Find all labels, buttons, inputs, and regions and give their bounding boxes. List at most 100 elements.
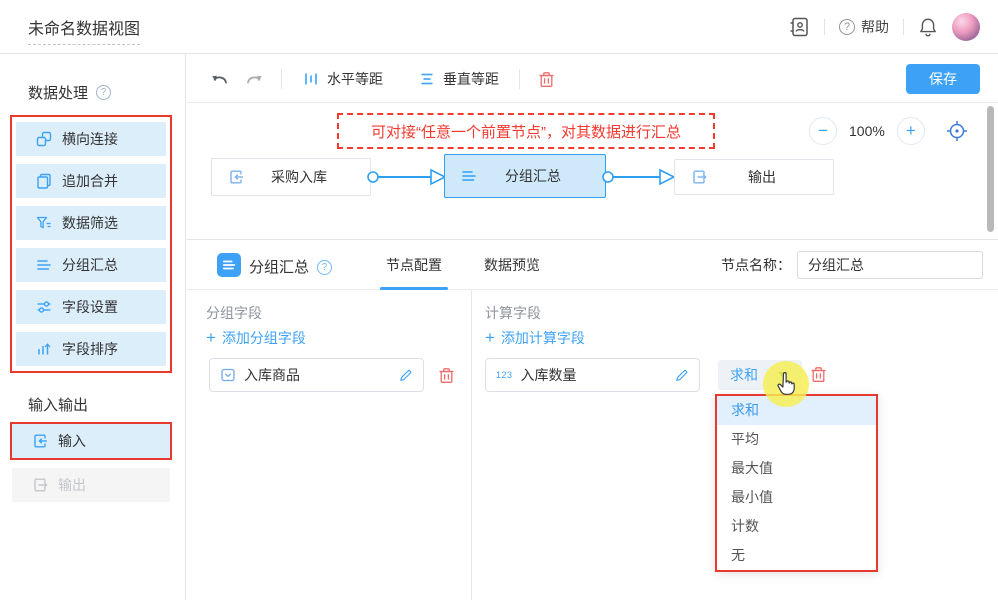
panel-header: 分组汇总 ? 节点配置 数据预览 节点名称： [187, 240, 998, 290]
sidebar-item-label: 字段设置 [62, 297, 118, 317]
calc-fields-title: 计算字段 [485, 303, 541, 323]
menu-item-max[interactable]: 最大值 [717, 454, 876, 483]
hand-cursor-icon [774, 370, 798, 403]
menu-item-average[interactable]: 平均 [717, 425, 876, 454]
input-icon [32, 433, 48, 449]
topbar: 未命名数据视图 ? 帮助 [0, 0, 998, 54]
flow-node-group-summary-selected[interactable]: 分组汇总 [444, 154, 606, 198]
calc-fields-column: 计算字段 + 添加计算字段 123 入库数量 求和 [472, 290, 998, 600]
distribute-horizontal-button[interactable]: 水平等距 [303, 54, 383, 103]
view-title[interactable]: 未命名数据视图 [28, 15, 140, 45]
locate-icon[interactable] [945, 119, 969, 143]
edit-icon[interactable] [674, 368, 689, 383]
menu-item-count[interactable]: 计数 [717, 512, 876, 541]
zoom-in-button[interactable]: + [897, 117, 925, 145]
sidebar-item-field-sort[interactable]: 字段排序 [16, 332, 166, 366]
config-panel: 分组汇总 ? 节点配置 数据预览 节点名称： 分组字段 + 添加分组字段 [187, 239, 998, 600]
panel-help-icon[interactable]: ? [317, 257, 332, 275]
tab-node-config[interactable]: 节点配置 [386, 240, 442, 290]
topbar-actions: ? 帮助 [788, 0, 980, 54]
connector-line [600, 164, 678, 190]
user-avatar[interactable] [952, 13, 980, 41]
group-fields-title: 分组字段 [206, 303, 262, 323]
field-name: 入库商品 [244, 365, 390, 385]
panel-title: 分组汇总 [249, 256, 309, 277]
field-sort-icon [36, 341, 52, 357]
save-button[interactable]: 保存 [906, 64, 980, 94]
edit-icon[interactable] [398, 368, 413, 383]
sidebar-item-join[interactable]: 横向连接 [16, 122, 166, 156]
output-icon [32, 477, 48, 493]
zoom-out-button[interactable]: − [809, 117, 837, 145]
distribute-vertical-icon [419, 71, 435, 87]
sidebar-item-field-settings[interactable]: 字段设置 [16, 290, 166, 324]
join-icon [36, 131, 52, 147]
app-window: 未命名数据视图 ? 帮助 数据处理 ? 横向连接 [0, 0, 998, 600]
group-field-item[interactable]: 入库商品 [209, 358, 424, 392]
distribute-horizontal-icon [303, 71, 319, 87]
sidebar-item-label: 字段排序 [62, 339, 118, 359]
annotation-box-processing: 横向连接 追加合并 数据筛选 分组汇总 字段设置 字段排序 [10, 115, 172, 373]
section-help-icon[interactable]: ? [96, 85, 111, 100]
sidebar-item-group[interactable]: 分组汇总 [16, 248, 166, 282]
address-book-icon[interactable] [788, 16, 810, 38]
node-name-input[interactable] [797, 251, 983, 279]
tab-data-preview[interactable]: 数据预览 [484, 240, 540, 290]
node-label: 输出 [707, 167, 833, 187]
node-name-label: 节点名称： [721, 255, 791, 275]
vertical-scrollbar[interactable] [987, 106, 994, 232]
sidebar-item-label: 输出 [58, 475, 86, 495]
distribute-vertical-label: 垂直等距 [443, 69, 499, 89]
sidebar-item-label: 输入 [58, 431, 86, 451]
flow-node-source[interactable]: 采购入库 [211, 158, 371, 196]
plus-icon: + [485, 331, 495, 345]
section-title-data-processing: 数据处理 ? [28, 82, 111, 103]
bell-icon[interactable] [918, 17, 938, 37]
add-group-field-button[interactable]: + 添加分组字段 [206, 328, 306, 348]
group-summary-icon [36, 257, 52, 273]
sidebar-item-input[interactable]: 输入 [12, 424, 170, 458]
plus-icon: + [206, 331, 216, 345]
aggregation-value: 求和 [730, 365, 758, 385]
flow-canvas[interactable]: 可对接“任意一个前置节点”，对其数据进行汇总 − 100% + 采购入库 [187, 103, 998, 239]
select-field-type-icon [220, 367, 236, 383]
delete-group-field-icon[interactable] [438, 366, 455, 389]
sidebar-item-filter[interactable]: 数据筛选 [16, 206, 166, 240]
menu-item-min[interactable]: 最小值 [717, 483, 876, 512]
delete-node-button[interactable] [535, 68, 557, 90]
divider [281, 69, 282, 89]
zoom-level: 100% [849, 123, 885, 139]
filter-icon [36, 215, 52, 231]
divider [824, 19, 825, 35]
calc-field-item[interactable]: 123 入库数量 [485, 358, 700, 392]
sidebar-item-output-disabled: 输出 [12, 468, 170, 502]
undo-button[interactable] [209, 68, 231, 90]
output-icon [691, 169, 707, 185]
delete-calc-field-icon[interactable] [810, 365, 827, 388]
field-name: 入库数量 [521, 365, 666, 385]
node-label: 采购入库 [244, 167, 370, 187]
canvas-toolbar: 水平等距 垂直等距 保存 [187, 54, 998, 103]
aggregation-menu: 求和 平均 最大值 最小值 计数 无 [715, 394, 878, 572]
flow-node-output[interactable]: 输出 [674, 159, 834, 195]
distribute-vertical-button[interactable]: 垂直等距 [419, 54, 499, 103]
redo-button[interactable] [243, 68, 265, 90]
divider [519, 69, 520, 89]
distribute-horizontal-label: 水平等距 [327, 69, 383, 89]
question-icon: ? [839, 19, 855, 35]
sidebar-item-append[interactable]: 追加合并 [16, 164, 166, 198]
sidebar-item-label: 数据筛选 [62, 213, 118, 233]
input-icon [228, 169, 244, 185]
sidebar-item-label: 追加合并 [62, 171, 118, 191]
help-button[interactable]: ? 帮助 [839, 17, 889, 37]
node-name-group: 节点名称： [721, 251, 983, 279]
section-title-io: 输入输出 [28, 394, 88, 415]
group-summary-icon [217, 253, 241, 277]
menu-item-none[interactable]: 无 [717, 541, 876, 570]
panel-body: 分组字段 + 添加分组字段 入库商品 计算 [187, 290, 998, 600]
add-calc-field-button[interactable]: + 添加计算字段 [485, 328, 585, 348]
node-label: 分组汇总 [477, 166, 605, 186]
annotation-callout: 可对接“任意一个前置节点”，对其数据进行汇总 [337, 113, 715, 149]
field-settings-icon [36, 299, 52, 315]
main-area: 水平等距 垂直等距 保存 可对接“任意一个前置节点”，对其数据进行汇总 − 10… [187, 54, 998, 600]
